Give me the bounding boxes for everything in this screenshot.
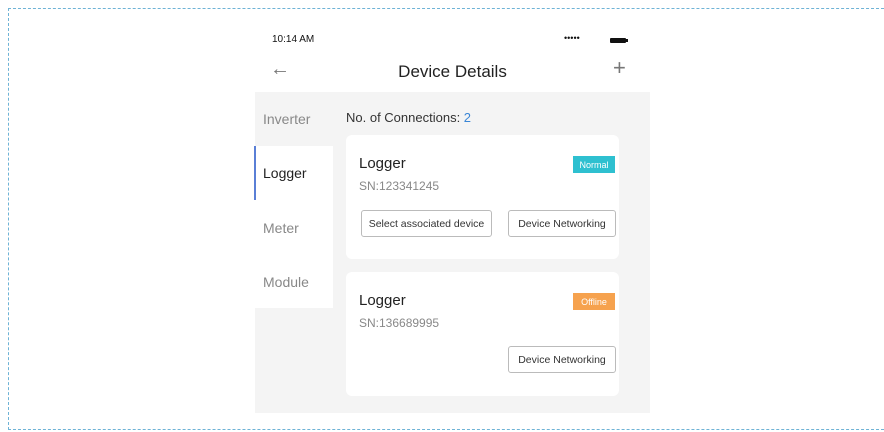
status-badge: Offline [573, 293, 615, 310]
tab-label: Inverter [263, 111, 311, 127]
tab-label: Logger [263, 165, 307, 181]
select-associated-device-button[interactable]: Select associated device [361, 210, 492, 237]
phone-screen: 10:14 AM ••••• ← Device Details + Invert… [254, 28, 650, 413]
status-badge: Normal [573, 156, 615, 173]
device-name: Logger [359, 292, 406, 309]
device-card: Logger SN:136689995 Offline Device Netwo… [346, 272, 619, 396]
device-serial: SN:123341245 [359, 179, 440, 193]
connections-number: 2 [463, 110, 472, 125]
device-networking-button[interactable]: Device Networking [508, 346, 616, 373]
connections-label: No. of Connections: [346, 110, 464, 125]
tab-module[interactable]: Module [255, 256, 333, 308]
battery-icon [610, 38, 628, 43]
tab-meter[interactable]: Meter [255, 200, 333, 256]
tab-logger[interactable]: Logger [254, 146, 333, 200]
signal-icon: ••••• [564, 33, 580, 43]
device-networking-button[interactable]: Device Networking [508, 210, 616, 237]
tab-label: Meter [263, 220, 299, 236]
device-name: Logger [359, 155, 406, 172]
add-icon[interactable]: + [613, 56, 626, 80]
status-time: 10:14 AM [272, 34, 315, 45]
tab-label: Module [263, 274, 309, 290]
page-title: Device Details [398, 62, 507, 81]
tab-inverter[interactable]: Inverter [255, 92, 333, 146]
device-card: Logger SN:123341245 Normal Select associ… [346, 135, 619, 259]
device-serial: SN:136689995 [359, 316, 440, 330]
device-type-tabs: Inverter Logger Meter Module [254, 92, 333, 308]
header: 10:14 AM ••••• ← Device Details + [255, 28, 650, 92]
connections-count: No. of Connections: 2 [346, 110, 471, 125]
